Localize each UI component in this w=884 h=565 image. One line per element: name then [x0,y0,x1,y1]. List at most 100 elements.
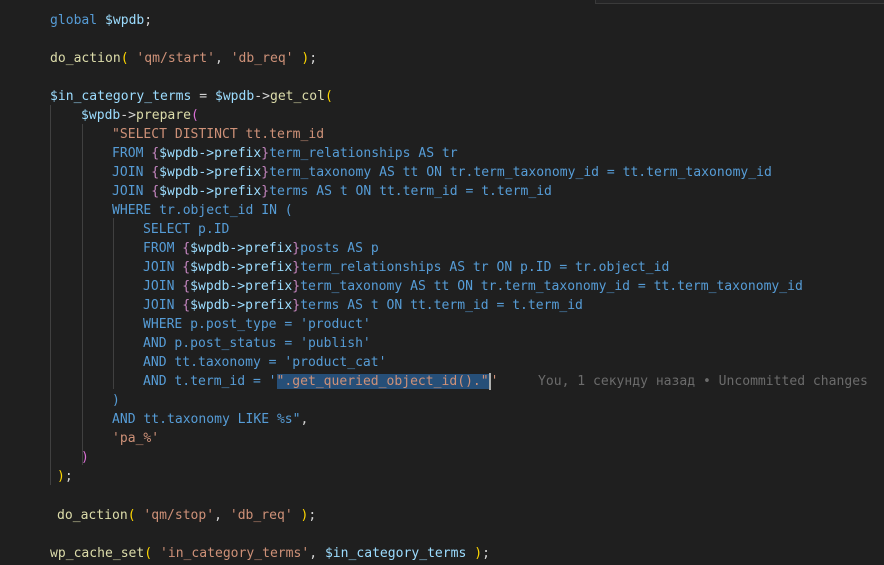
sql-line[interactable]: WHERE p.post_type = 'product' [143,315,371,334]
sql-line[interactable]: "SELECT DISTINCT tt.term_id [112,125,324,144]
brace: } [292,298,301,313]
brace: { [151,146,160,161]
sql-line[interactable]: JOIN {$wpdb->prefix}term_taxonomy AS tt … [143,277,803,296]
punctuation: , [300,412,309,427]
sql-text: AND tt.taxonomy = 'product_cat' [143,355,387,370]
paren: ( [144,546,153,561]
function-name: wp_cache_set [50,546,145,561]
sql-line[interactable]: FROM {$wpdb->prefix}posts AS p [143,239,379,258]
brace: } [292,260,301,275]
sql-line[interactable]: WHERE tr.object_id IN ( [112,201,293,220]
code-line[interactable]: $in_category_terms = $wpdb->get_col( [50,87,333,106]
sql-text: term_taxonomy AS tt ON tr.term_taxonomy_… [300,279,803,294]
sql-line[interactable]: FROM {$wpdb->prefix}term_relationships A… [112,144,458,163]
variable: $wpdb->prefix [190,279,293,294]
brace: } [292,241,301,256]
code-line[interactable]: ); [57,467,73,486]
variable: $wpdb->prefix [190,260,293,275]
sql-text: ' [490,374,499,389]
sql-line[interactable]: AND p.post_status = 'publish' [143,334,371,353]
brace: { [182,241,191,256]
string: 'qm/start' [136,51,215,66]
function-name: do_action [50,51,121,66]
sql-text: term_relationships AS tr ON p.ID = tr.ob… [300,260,670,275]
sql-text: terms AS t ON tt.term_id = t.term_id [300,298,583,313]
brace: { [151,165,160,180]
indent-guide [82,124,83,465]
paren: ( [190,108,199,123]
sql-keyword: JOIN [112,184,152,199]
keyword-global: global [50,13,98,28]
brace: } [261,146,270,161]
variable: $wpdb [81,108,121,123]
sql-text: ".get_queried_object_id()." [276,374,489,389]
string: 'in_category_terms' [159,546,310,561]
sql-text: WHERE p.post_type = 'product' [143,317,371,332]
punctuation: , [214,51,231,66]
sql-line[interactable]: JOIN {$wpdb->prefix}terms AS t ON tt.ter… [143,296,583,315]
sql-keyword: FROM [112,146,152,161]
punctuation: ; [309,51,318,66]
editor-panel-edge [595,0,884,4]
indent-guide [50,105,51,485]
code-line[interactable]: do_action( 'qm/start', 'db_req' ); [50,49,317,68]
sql-text: WHERE tr.object_id IN ( [112,203,293,218]
string: 'db_req' [229,508,293,523]
brace: { [182,298,191,313]
paren: ) [81,450,89,465]
sql-line-current[interactable]: AND t.term_id = '".get_queried_object_id… [143,372,499,391]
sql-text: "SELECT DISTINCT tt.term_id [112,127,325,142]
punctuation: , [214,508,230,523]
string: 'db_req' [230,51,294,66]
sql-text: terms AS t ON tt.term_id = t.term_id [269,184,552,199]
punctuation: ; [64,469,73,484]
brace: { [182,279,191,294]
code-line[interactable]: ) [81,448,89,467]
code-line[interactable]: do_action( 'qm/stop', 'db_req' ); [57,506,316,525]
indent-guide [113,218,114,389]
variable: $wpdb->prefix [159,146,262,161]
sql-keyword: JOIN [143,279,183,294]
string: 'qm/stop' [143,508,215,523]
sql-text: AND tt.taxonomy LIKE %s" [112,412,301,427]
function-name: prepare [136,108,191,123]
sql-line[interactable]: AND tt.taxonomy = 'product_cat' [143,353,387,372]
paren: ) [474,546,483,561]
variable: $wpdb->prefix [159,184,262,199]
code-line[interactable]: wp_cache_set( 'in_category_terms', $in_c… [50,544,490,563]
selected-text[interactable]: ".get_queried_object_id()." [276,374,489,389]
brace: { [151,184,160,199]
punctuation: , [309,546,325,561]
operator: = [191,89,215,104]
variable: $wpdb [105,13,145,28]
operator: -> [254,89,270,104]
sql-keyword: JOIN [143,260,183,275]
sql-text: AND t.term_id = ' [143,374,277,389]
sql-text: SELECT p.ID [143,222,230,237]
sql-text: ) [112,393,120,408]
function-name: get_col [269,89,325,104]
code-line[interactable]: global $wpdb; [50,11,152,30]
punctuation: ; [144,13,153,28]
code-editor[interactable]: global $wpdb; do_action( 'qm/start', 'db… [0,0,884,565]
sql-keyword: JOIN [112,165,152,180]
blame-text: You, 1 секунду назад • Uncommitted chang… [538,374,868,389]
sql-line[interactable]: SELECT p.ID [143,220,229,239]
punctuation: ; [482,546,490,561]
sql-line[interactable]: JOIN {$wpdb->prefix}term_relationships A… [143,258,669,277]
brace: } [261,184,270,199]
function-name: do_action [57,508,128,523]
punctuation: ; [308,508,317,523]
variable: $wpdb->prefix [190,298,293,313]
sql-line[interactable]: JOIN {$wpdb->prefix}term_taxonomy AS tt … [112,163,772,182]
paren: ) [57,469,65,484]
sql-keyword: JOIN [143,298,183,313]
sql-line[interactable]: AND tt.taxonomy LIKE %s", [112,410,308,429]
code-line[interactable]: 'pa_%' [112,429,159,448]
sql-line[interactable]: JOIN {$wpdb->prefix}terms AS t ON tt.ter… [112,182,552,201]
variable: $wpdb [214,89,255,104]
sql-line[interactable]: ) [112,391,120,410]
code-line[interactable]: $wpdb->prepare( [81,106,199,125]
